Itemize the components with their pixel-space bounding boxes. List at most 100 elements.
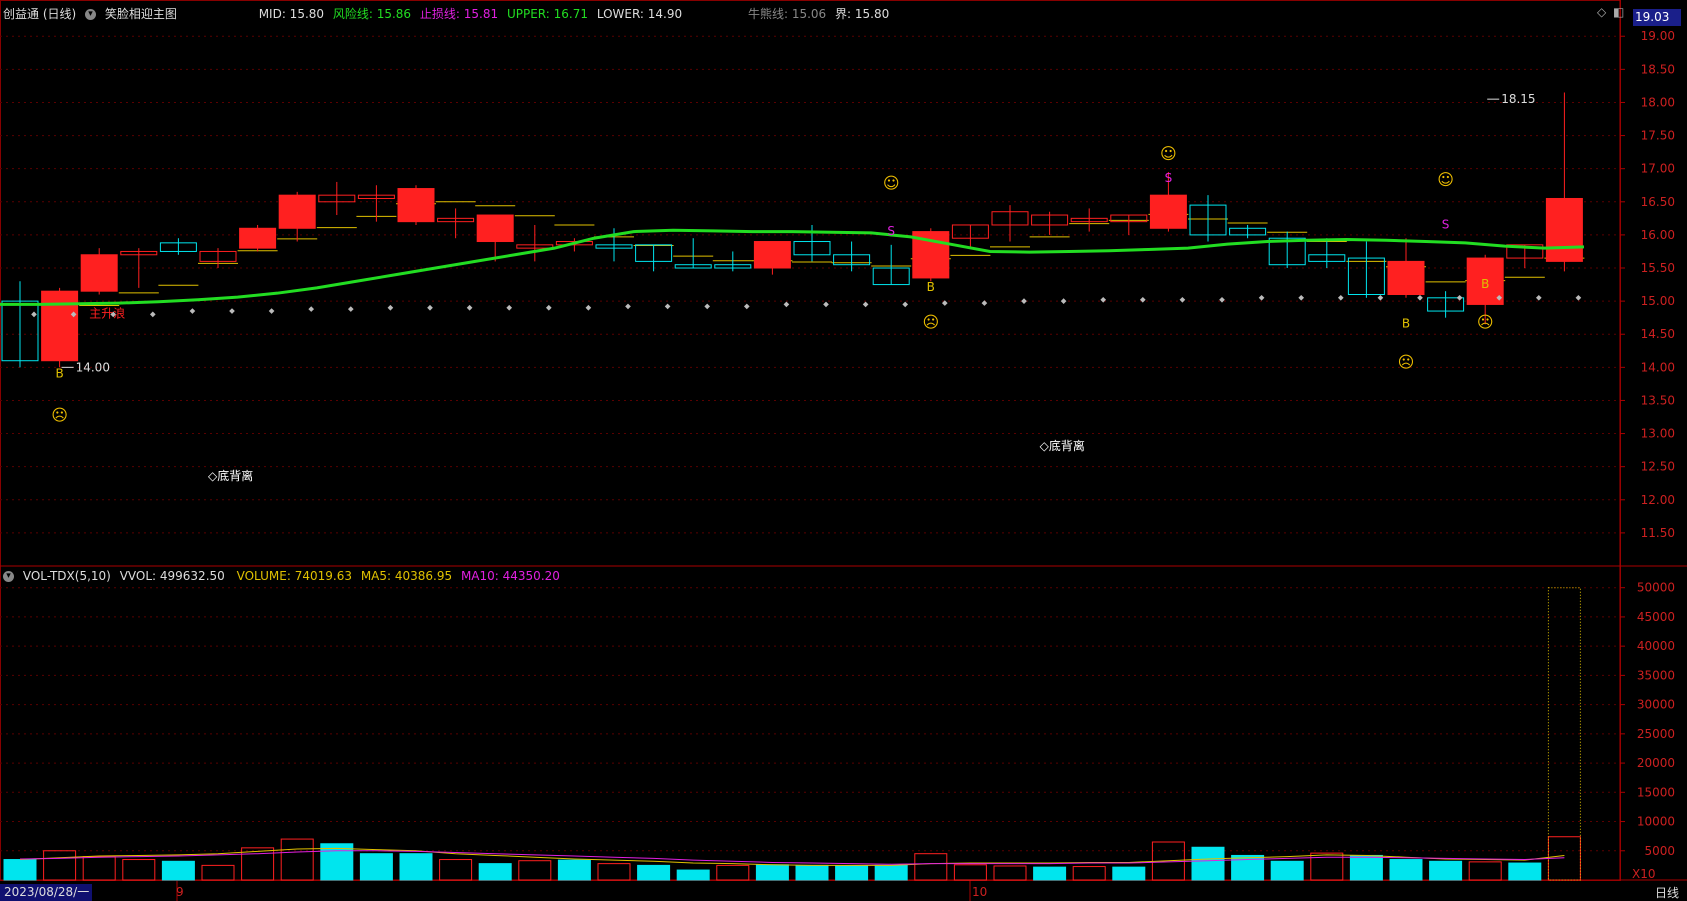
bear-value: 牛熊线: 15.06	[747, 7, 827, 21]
support-dot	[1258, 294, 1265, 301]
volume-bar	[1270, 860, 1304, 881]
price-tick-label: 12.50	[1641, 460, 1675, 474]
volume-bar	[557, 859, 591, 881]
vol-name[interactable]: VOL-TDX(5,10)	[23, 569, 111, 583]
volume-bar	[1033, 866, 1067, 881]
volume-tick-label: 20000	[1637, 756, 1675, 770]
volume-tick-label: 50000	[1637, 581, 1675, 595]
volume-bar	[1429, 860, 1463, 881]
price-tick-label: 11.50	[1641, 526, 1675, 540]
support-dot	[1337, 294, 1344, 301]
volume-bar	[835, 865, 869, 881]
support-dot	[1021, 298, 1027, 304]
volume-bar	[359, 853, 393, 881]
candle-body	[397, 188, 435, 223]
candle-body	[753, 241, 791, 269]
price-tick-label: 12.00	[1641, 493, 1675, 507]
volume-bar	[795, 864, 829, 881]
support-dot	[268, 308, 275, 314]
bound-value: 界: 15.80	[835, 7, 890, 21]
ma10-value: MA10: 44350.20	[460, 569, 560, 583]
panel-toggle-icon[interactable]: ◧	[1613, 5, 1624, 19]
volume-bar	[399, 853, 433, 881]
volume-bar	[439, 859, 473, 881]
support-dot	[466, 304, 473, 311]
stock-name[interactable]: 创益通 (日线)	[3, 7, 76, 21]
upper-value: UPPER: 16.71	[506, 7, 588, 21]
volume-bar	[1072, 866, 1106, 881]
candle-body	[41, 290, 79, 362]
support-dot	[149, 311, 156, 318]
support-dot	[545, 304, 552, 311]
face-icon: ☺	[1437, 170, 1454, 189]
volume-bar	[597, 863, 631, 881]
price-tick-label: 13.00	[1641, 427, 1675, 441]
volume-bar	[953, 864, 987, 881]
support-dot	[387, 304, 394, 311]
face-icon: ☹	[51, 405, 68, 424]
price-tick-label: 16.50	[1641, 195, 1675, 209]
volume-tick-label: 10000	[1637, 815, 1675, 829]
signal-label: B	[1402, 317, 1410, 331]
support-dot	[664, 303, 671, 310]
signal-label: B	[55, 366, 63, 380]
chart-canvas[interactable]: 11.50 12.00 12.50 13.00 13.50 14.00 14.50 15.00…	[0, 0, 1687, 901]
support-dot	[823, 301, 829, 308]
volume-bar	[161, 860, 195, 881]
support-dot	[1417, 294, 1423, 301]
support-dot	[427, 304, 433, 311]
support-dot	[1139, 296, 1146, 303]
price-tick-label: 17.50	[1641, 129, 1675, 143]
candle-body	[1545, 197, 1583, 262]
support-dot	[981, 300, 988, 306]
support-dot	[1298, 294, 1305, 301]
signal-label: S	[887, 224, 895, 238]
diamond-icon[interactable]: ◇	[1597, 5, 1606, 19]
support-dot	[704, 303, 711, 310]
volume-header: ▾ VOL-TDX(5,10) VVOL: 499632.50 VOLUME: …	[3, 569, 565, 583]
candle-body	[476, 214, 514, 243]
support-dot	[1219, 296, 1225, 303]
price-tick-label: 17.00	[1641, 162, 1675, 176]
support-dot	[1377, 294, 1384, 301]
indicator-name[interactable]: 笑脸相迎主图	[105, 7, 177, 21]
price-tick-label: 18.00	[1641, 95, 1675, 109]
price-badge: 19.03	[1633, 9, 1681, 26]
signal-label: ◇底背离	[208, 468, 253, 483]
support-dot	[347, 306, 354, 312]
period-label[interactable]: 日线	[1655, 884, 1679, 901]
volume-tick-label: 45000	[1637, 610, 1675, 624]
support-dot	[189, 308, 196, 314]
signal-label: ◇底背离	[1040, 438, 1085, 453]
signal-label: S	[1165, 171, 1173, 185]
main-chart-header: 创益通 (日线) ▾ 笑脸相迎主图 MID: 15.80 风险线: 15.86 …	[3, 5, 894, 22]
support-dot	[506, 304, 513, 311]
face-icon: ☹	[1477, 313, 1494, 332]
volume-bar	[122, 859, 156, 881]
support-dot	[31, 311, 37, 318]
face-icon: ☹	[1398, 352, 1415, 371]
candle-body	[80, 254, 118, 292]
support-dot	[585, 304, 592, 311]
price-extreme-label: 14.00	[76, 360, 110, 374]
price-tick-label: 19.00	[1641, 29, 1675, 43]
volume-bar	[874, 864, 908, 881]
volume-bar	[755, 864, 789, 881]
volume-bar	[676, 869, 710, 881]
support-dot	[1100, 296, 1107, 303]
volume-bar	[1468, 861, 1502, 881]
volume-value: VOLUME: 74019.63	[236, 569, 352, 583]
month-label-10: 10	[972, 885, 988, 899]
support-dot	[625, 303, 631, 310]
volume-tick-label: 15000	[1637, 785, 1675, 799]
face-icon: ☹	[922, 313, 939, 332]
month-label-9: 9	[176, 885, 184, 899]
support-dot	[1456, 294, 1463, 301]
support-dot	[308, 306, 315, 312]
volume-tick-label: 5000	[1644, 844, 1675, 858]
indicator-toggle-icon[interactable]: ▾	[85, 9, 97, 20]
candle-body	[239, 227, 277, 249]
support-dot	[229, 308, 235, 314]
vol-toggle-icon[interactable]: ▾	[3, 571, 14, 582]
volume-bar	[518, 860, 552, 881]
